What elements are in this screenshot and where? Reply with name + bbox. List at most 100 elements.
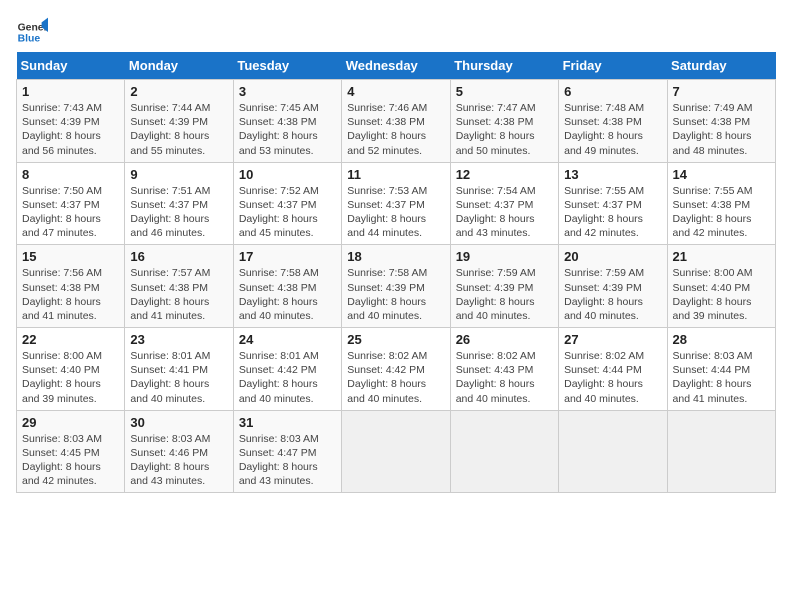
day-number: 6: [564, 84, 661, 99]
calendar-cell: 1 Sunrise: 7:43 AM Sunset: 4:39 PM Daylig…: [17, 80, 125, 163]
calendar-cell: 10Sunrise: 7:52 AM Sunset: 4:37 PM Dayli…: [233, 162, 341, 245]
day-header-tuesday: Tuesday: [233, 52, 341, 80]
calendar-cell: 27Sunrise: 8:02 AM Sunset: 4:44 PM Dayli…: [559, 328, 667, 411]
calendar-cell: 12 Sunrise: 7:54 AM Sunset: 4:37 PM Dayli…: [450, 162, 558, 245]
day-number: 2: [130, 84, 227, 99]
week-row-2: 15Sunrise: 7:56 AM Sunset: 4:38 PM Dayli…: [17, 245, 776, 328]
calendar-cell: 9 Sunrise: 7:51 AM Sunset: 4:37 PM Daylig…: [125, 162, 233, 245]
day-info: Sunrise: 7:47 AM Sunset: 4:38 PM Dayligh…: [456, 101, 553, 158]
calendar-cell: 8 Sunrise: 7:50 AM Sunset: 4:37 PM Daylig…: [17, 162, 125, 245]
day-info: Sunrise: 7:45 AM Sunset: 4:38 PM Dayligh…: [239, 101, 336, 158]
calendar-cell: 30 Sunrise: 8:03 AM Sunset: 4:46 PM Dayli…: [125, 410, 233, 493]
calendar-cell: 3 Sunrise: 7:45 AM Sunset: 4:38 PM Daylig…: [233, 80, 341, 163]
day-info: Sunrise: 8:01 AM Sunset: 4:41 PM Dayligh…: [130, 349, 227, 406]
day-info: Sunrise: 8:01 AM Sunset: 4:42 PM Dayligh…: [239, 349, 336, 406]
day-number: 3: [239, 84, 336, 99]
day-info: Sunrise: 7:50 AM Sunset: 4:37 PM Dayligh…: [22, 184, 119, 241]
calendar-cell: 26Sunrise: 8:02 AM Sunset: 4:43 PM Dayli…: [450, 328, 558, 411]
calendar-cell: 14 Sunrise: 7:55 AM Sunset: 4:38 PM Dayli…: [667, 162, 775, 245]
day-number: 25: [347, 332, 444, 347]
calendar-cell: 15Sunrise: 7:56 AM Sunset: 4:38 PM Dayli…: [17, 245, 125, 328]
day-number: 14: [673, 167, 770, 182]
day-header-sunday: Sunday: [17, 52, 125, 80]
calendar-cell: 5 Sunrise: 7:47 AM Sunset: 4:38 PM Daylig…: [450, 80, 558, 163]
day-number: 8: [22, 167, 119, 182]
day-info: Sunrise: 7:44 AM Sunset: 4:39 PM Dayligh…: [130, 101, 227, 158]
calendar-cell: 22 Sunrise: 8:00 AM Sunset: 4:40 PM Dayli…: [17, 328, 125, 411]
days-header-row: SundayMondayTuesdayWednesdayThursdayFrid…: [17, 52, 776, 80]
day-info: Sunrise: 8:00 AM Sunset: 4:40 PM Dayligh…: [673, 266, 770, 323]
day-info: Sunrise: 7:54 AM Sunset: 4:37 PM Dayligh…: [456, 184, 553, 241]
calendar-cell: 6 Sunrise: 7:48 AM Sunset: 4:38 PM Daylig…: [559, 80, 667, 163]
day-number: 30: [130, 415, 227, 430]
day-number: 4: [347, 84, 444, 99]
day-info: Sunrise: 7:51 AM Sunset: 4:37 PM Dayligh…: [130, 184, 227, 241]
day-number: 20: [564, 249, 661, 264]
day-number: 18: [347, 249, 444, 264]
calendar-cell: 2 Sunrise: 7:44 AM Sunset: 4:39 PM Daylig…: [125, 80, 233, 163]
calendar-cell: 18 Sunrise: 7:58 AM Sunset: 4:39 PM Dayli…: [342, 245, 450, 328]
day-info: Sunrise: 7:49 AM Sunset: 4:38 PM Dayligh…: [673, 101, 770, 158]
day-info: Sunrise: 7:59 AM Sunset: 4:39 PM Dayligh…: [564, 266, 661, 323]
day-header-saturday: Saturday: [667, 52, 775, 80]
calendar-cell: 24 Sunrise: 8:01 AM Sunset: 4:42 PM Dayli…: [233, 328, 341, 411]
calendar-cell: 29Sunrise: 8:03 AM Sunset: 4:45 PM Dayli…: [17, 410, 125, 493]
day-info: Sunrise: 7:55 AM Sunset: 4:37 PM Dayligh…: [564, 184, 661, 241]
day-header-monday: Monday: [125, 52, 233, 80]
day-header-friday: Friday: [559, 52, 667, 80]
day-number: 29: [22, 415, 119, 430]
calendar-cell: 21 Sunrise: 8:00 AM Sunset: 4:40 PM Dayli…: [667, 245, 775, 328]
day-number: 5: [456, 84, 553, 99]
day-number: 21: [673, 249, 770, 264]
day-number: 27: [564, 332, 661, 347]
calendar-cell: 7 Sunrise: 7:49 AM Sunset: 4:38 PM Daylig…: [667, 80, 775, 163]
week-row-3: 22 Sunrise: 8:00 AM Sunset: 4:40 PM Dayli…: [17, 328, 776, 411]
calendar-cell: [559, 410, 667, 493]
day-number: 26: [456, 332, 553, 347]
day-info: Sunrise: 8:00 AM Sunset: 4:40 PM Dayligh…: [22, 349, 119, 406]
calendar-cell: 31 Sunrise: 8:03 AM Sunset: 4:47 PM Dayli…: [233, 410, 341, 493]
day-number: 11: [347, 167, 444, 182]
calendar-cell: 13 Sunrise: 7:55 AM Sunset: 4:37 PM Dayli…: [559, 162, 667, 245]
calendar-cell: [667, 410, 775, 493]
calendar-cell: 4Sunrise: 7:46 AM Sunset: 4:38 PM Daylig…: [342, 80, 450, 163]
logo-icon: General Blue: [16, 16, 48, 48]
day-number: 31: [239, 415, 336, 430]
calendar-cell: 17 Sunrise: 7:58 AM Sunset: 4:38 PM Dayli…: [233, 245, 341, 328]
week-row-4: 29Sunrise: 8:03 AM Sunset: 4:45 PM Dayli…: [17, 410, 776, 493]
day-info: Sunrise: 7:48 AM Sunset: 4:38 PM Dayligh…: [564, 101, 661, 158]
day-number: 22: [22, 332, 119, 347]
calendar-body: 1 Sunrise: 7:43 AM Sunset: 4:39 PM Daylig…: [17, 80, 776, 493]
calendar-cell: 11 Sunrise: 7:53 AM Sunset: 4:37 PM Dayli…: [342, 162, 450, 245]
calendar-cell: 19Sunrise: 7:59 AM Sunset: 4:39 PM Dayli…: [450, 245, 558, 328]
day-number: 12: [456, 167, 553, 182]
day-number: 13: [564, 167, 661, 182]
day-info: Sunrise: 7:57 AM Sunset: 4:38 PM Dayligh…: [130, 266, 227, 323]
day-number: 24: [239, 332, 336, 347]
header: General Blue: [16, 16, 776, 48]
day-info: Sunrise: 7:53 AM Sunset: 4:37 PM Dayligh…: [347, 184, 444, 241]
day-info: Sunrise: 7:55 AM Sunset: 4:38 PM Dayligh…: [673, 184, 770, 241]
day-number: 1: [22, 84, 119, 99]
day-info: Sunrise: 7:58 AM Sunset: 4:39 PM Dayligh…: [347, 266, 444, 323]
day-number: 10: [239, 167, 336, 182]
day-header-thursday: Thursday: [450, 52, 558, 80]
day-info: Sunrise: 7:56 AM Sunset: 4:38 PM Dayligh…: [22, 266, 119, 323]
day-number: 7: [673, 84, 770, 99]
week-row-1: 8 Sunrise: 7:50 AM Sunset: 4:37 PM Daylig…: [17, 162, 776, 245]
day-number: 16: [130, 249, 227, 264]
svg-text:Blue: Blue: [18, 34, 41, 45]
day-header-wednesday: Wednesday: [342, 52, 450, 80]
logo: General Blue: [16, 16, 48, 48]
day-number: 28: [673, 332, 770, 347]
day-number: 9: [130, 167, 227, 182]
day-info: Sunrise: 8:03 AM Sunset: 4:47 PM Dayligh…: [239, 432, 336, 489]
calendar-cell: 28Sunrise: 8:03 AM Sunset: 4:44 PM Dayli…: [667, 328, 775, 411]
calendar-table: SundayMondayTuesdayWednesdayThursdayFrid…: [16, 52, 776, 493]
week-row-0: 1 Sunrise: 7:43 AM Sunset: 4:39 PM Daylig…: [17, 80, 776, 163]
day-number: 17: [239, 249, 336, 264]
calendar-cell: 16 Sunrise: 7:57 AM Sunset: 4:38 PM Dayli…: [125, 245, 233, 328]
day-info: Sunrise: 7:43 AM Sunset: 4:39 PM Dayligh…: [22, 101, 119, 158]
day-info: Sunrise: 7:58 AM Sunset: 4:38 PM Dayligh…: [239, 266, 336, 323]
day-info: Sunrise: 8:03 AM Sunset: 4:46 PM Dayligh…: [130, 432, 227, 489]
